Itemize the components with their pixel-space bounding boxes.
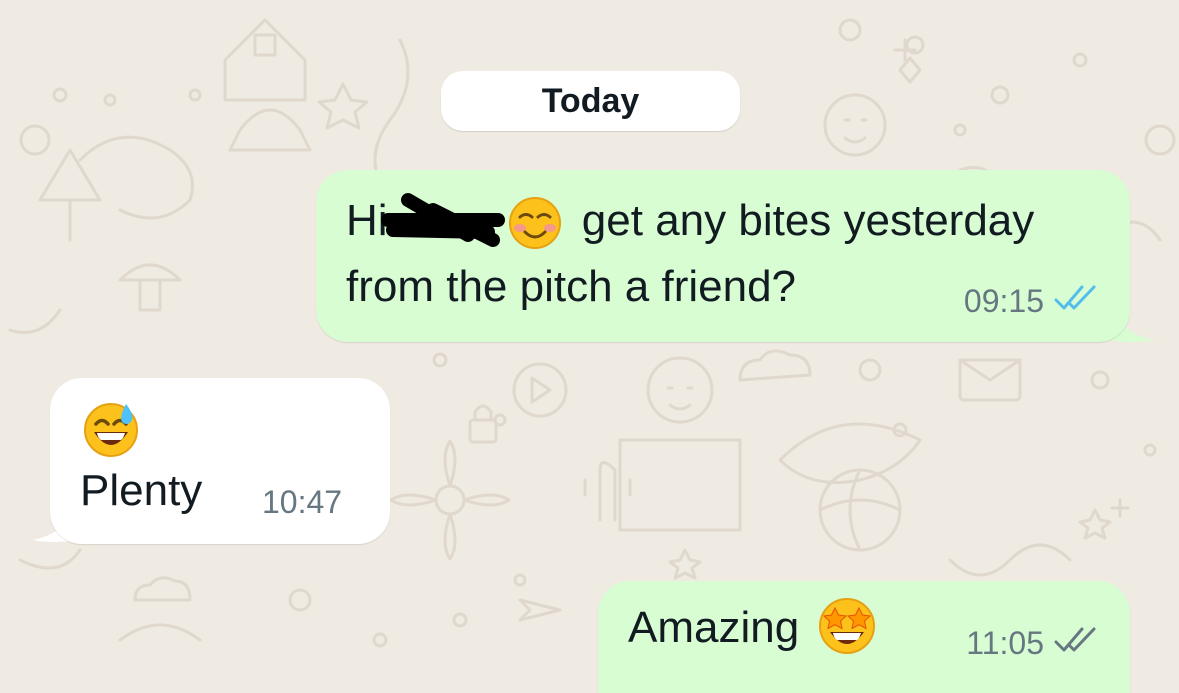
message-meta: 09:15: [964, 283, 1100, 320]
double-check-delivered-icon: [1054, 625, 1100, 662]
message-bubble-outgoing[interactable]: Amazing 11:05: [598, 581, 1130, 693]
message-time: 10:47: [262, 484, 343, 520]
message-bubble-outgoing[interactable]: Hi get any bites yesterday from the pitc…: [316, 170, 1130, 342]
message-text: Amazing: [628, 603, 800, 652]
message-time: 11:05: [966, 625, 1044, 661]
message-text-line-1: get any bites yesterday: [581, 196, 1035, 245]
message-time: 09:15: [963, 283, 1044, 319]
grinning-face-with-sweat-emoji: [82, 400, 140, 458]
message-meta: 11:05: [966, 625, 1100, 662]
message-line: Amazing: [628, 595, 877, 661]
date-label: Today: [541, 81, 640, 120]
smiling-face-emoji: [508, 196, 562, 250]
message-text: Plenty: [80, 466, 203, 515]
message-text-line-2: from the pitch a friend?: [346, 262, 797, 311]
message-meta: 10:47: [262, 484, 342, 521]
message-line-1: Hi get any bites yesterday: [346, 188, 1034, 254]
double-check-read-icon: [1054, 283, 1100, 320]
redaction-scribble: [380, 193, 505, 248]
date-separator: Today: [441, 71, 740, 131]
message-bubble-incoming[interactable]: Plenty 10:47: [50, 378, 390, 544]
star-struck-emoji: [817, 596, 877, 656]
